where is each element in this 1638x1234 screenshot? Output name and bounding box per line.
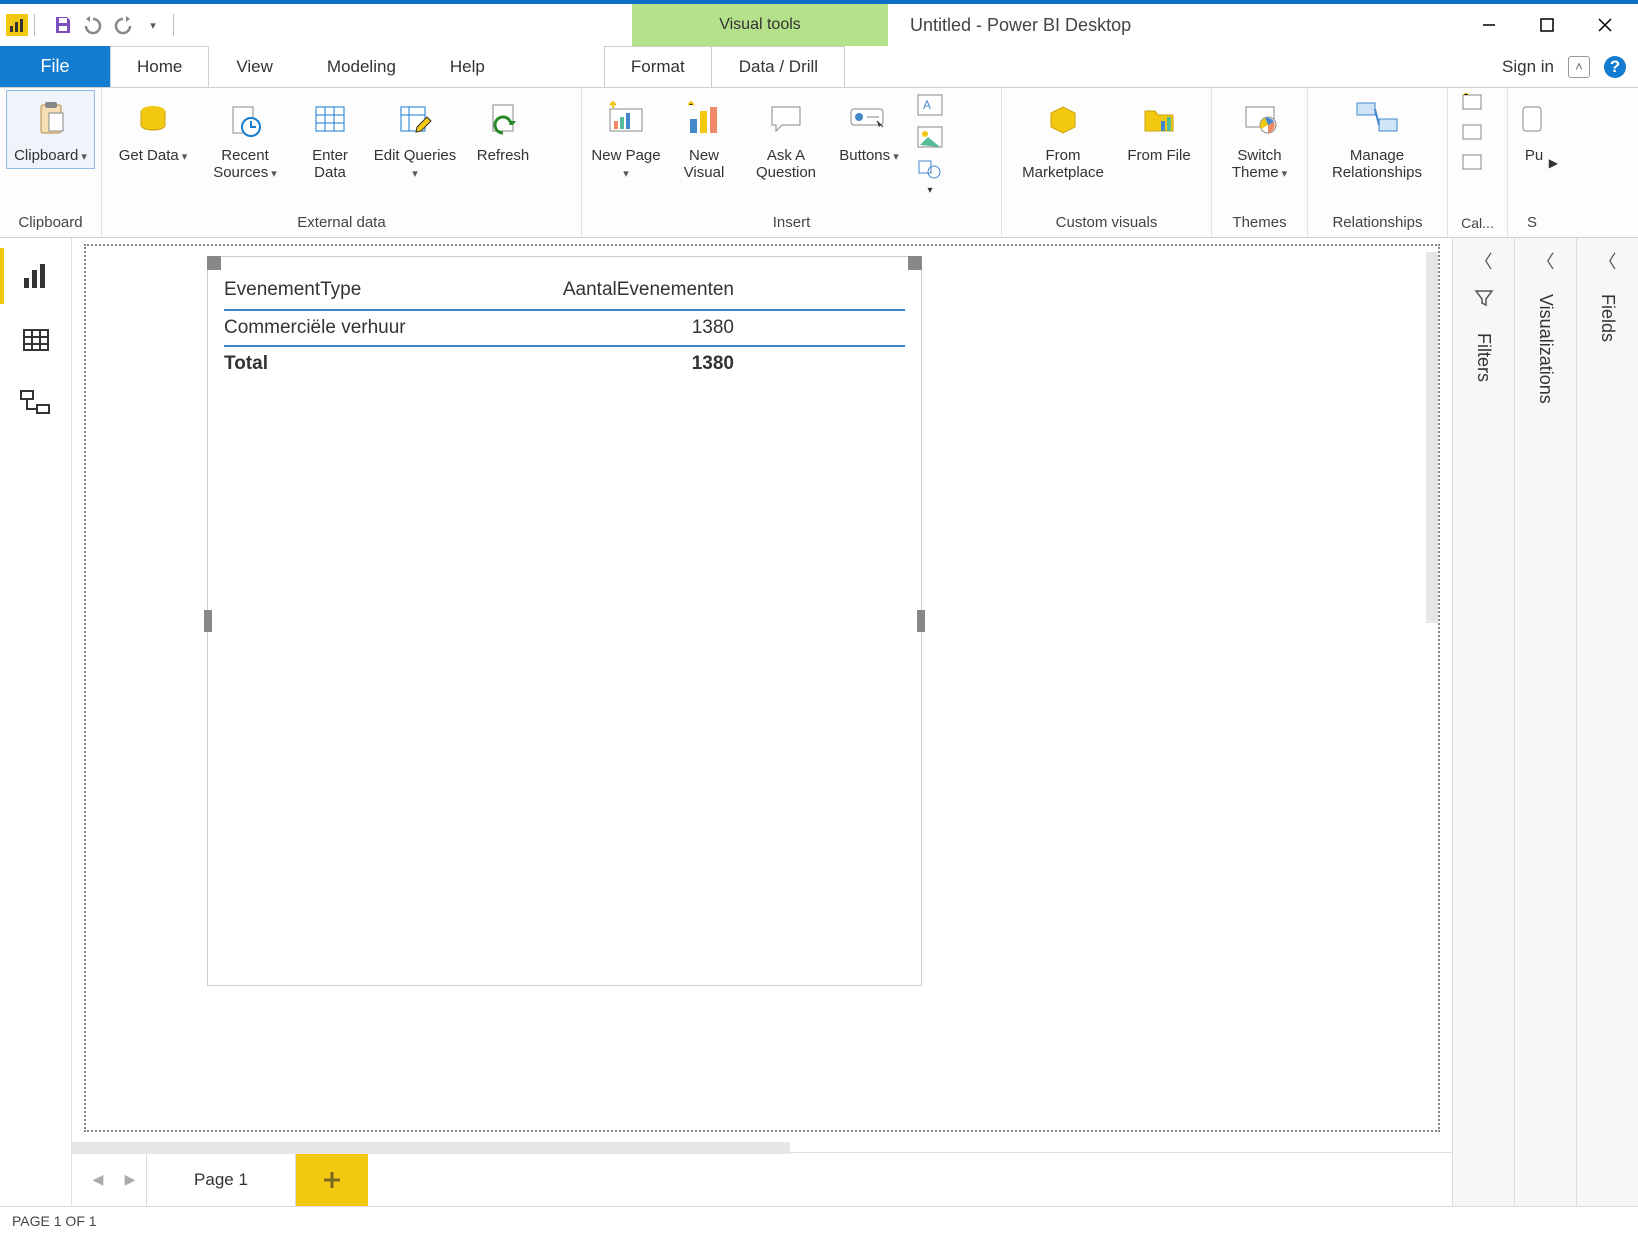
enter-data-button[interactable]: Enter Data xyxy=(292,90,368,187)
ribbon-group-label: Insert xyxy=(588,212,995,235)
ribbon-overflow-button[interactable]: ▶ xyxy=(1549,156,1558,170)
ribbon-group-label: S xyxy=(1514,212,1550,235)
contextual-tab-header: Visual tools xyxy=(632,4,888,46)
edit-queries-button[interactable]: Edit Queries xyxy=(370,90,460,187)
table-total-row: Total 1380 xyxy=(224,347,905,381)
model-view-button[interactable] xyxy=(0,372,71,436)
buttons-button[interactable]: Buttons xyxy=(830,90,908,169)
undo-button[interactable] xyxy=(79,11,107,39)
chevron-left-icon[interactable]: 〈 xyxy=(1475,248,1493,274)
cell: Commerciële verhuur xyxy=(224,317,504,339)
column-header[interactable]: AantalEvenementen xyxy=(504,279,734,301)
ribbon-group-label: External data xyxy=(108,212,575,235)
close-button[interactable] xyxy=(1576,7,1634,43)
add-page-button[interactable] xyxy=(296,1153,368,1206)
resize-handle[interactable] xyxy=(204,610,212,632)
report-canvas[interactable]: EvenementType AantalEvenementen Commerci… xyxy=(84,244,1440,1132)
new-column-button[interactable] xyxy=(1454,120,1494,148)
collapse-ribbon-button[interactable]: ˄ xyxy=(1568,56,1590,78)
ribbon-group-label: Themes xyxy=(1218,212,1301,235)
new-measure-button[interactable] xyxy=(1454,90,1494,118)
clipboard-button[interactable]: Clipboard xyxy=(6,90,95,169)
pane-title: Visualizations xyxy=(1535,294,1556,404)
from-marketplace-button[interactable]: From Marketplace xyxy=(1008,90,1118,187)
pane-title: Filters xyxy=(1473,333,1494,382)
page-tab[interactable]: Page 1 xyxy=(146,1153,296,1206)
text-box-button[interactable]: A xyxy=(910,90,950,120)
tab-home[interactable]: Home xyxy=(110,46,209,87)
chevron-left-icon[interactable]: 〈 xyxy=(1599,248,1617,274)
vertical-scrollbar[interactable] xyxy=(1426,252,1438,623)
report-view-button[interactable] xyxy=(0,244,71,308)
page-next-button[interactable]: ▶ xyxy=(114,1153,146,1206)
from-file-button[interactable]: From File xyxy=(1120,90,1198,169)
ask-question-button[interactable]: Ask A Question xyxy=(744,90,828,187)
chevron-left-icon[interactable]: 〈 xyxy=(1537,248,1555,274)
redo-button[interactable] xyxy=(109,11,137,39)
status-text: PAGE 1 OF 1 xyxy=(12,1213,97,1229)
tab-format[interactable]: Format xyxy=(604,46,712,87)
qat-dropdown[interactable]: ▾ xyxy=(139,11,167,39)
resize-handle[interactable] xyxy=(908,256,922,270)
shapes-button[interactable]: ▾ xyxy=(910,154,950,200)
recent-sources-button[interactable]: Recent Sources xyxy=(200,90,290,187)
switch-theme-button[interactable]: Switch Theme xyxy=(1218,90,1301,187)
horizontal-scrollbar[interactable] xyxy=(72,1142,790,1154)
filters-pane[interactable]: 〈 Filters xyxy=(1452,238,1514,1206)
ribbon-group-label: Cal... xyxy=(1454,213,1501,235)
svg-text:A: A xyxy=(923,98,931,112)
tab-help[interactable]: Help xyxy=(423,46,512,87)
table-visual[interactable]: EvenementType AantalEvenementen Commerci… xyxy=(207,256,922,986)
resize-handle[interactable] xyxy=(917,610,925,632)
fields-pane[interactable]: 〈 Fields xyxy=(1576,238,1638,1206)
tab-modeling[interactable]: Modeling xyxy=(300,46,423,87)
new-visual-button[interactable]: New Visual xyxy=(666,90,742,187)
visualizations-pane[interactable]: 〈 Visualizations xyxy=(1514,238,1576,1206)
sign-in-link[interactable]: Sign in xyxy=(1502,57,1554,77)
resize-handle[interactable] xyxy=(207,256,221,270)
table-row[interactable]: Commerciële verhuur 1380 xyxy=(224,311,905,347)
refresh-button[interactable]: Refresh xyxy=(462,90,544,169)
cell: 1380 xyxy=(504,317,734,339)
new-quick-measure-button[interactable] xyxy=(1454,150,1494,178)
save-button[interactable] xyxy=(49,11,77,39)
filter-icon xyxy=(1474,288,1494,313)
data-view-button[interactable] xyxy=(0,308,71,372)
column-header[interactable]: EvenementType xyxy=(224,279,504,301)
new-page-button[interactable]: New Page xyxy=(588,90,664,187)
ribbon-group-label: Custom visuals xyxy=(1008,212,1205,235)
page-prev-button[interactable]: ◀ xyxy=(82,1153,114,1206)
get-data-button[interactable]: Get Data xyxy=(108,90,198,169)
app-icon xyxy=(6,14,28,36)
ribbon-group-label: Relationships xyxy=(1314,212,1441,235)
file-tab[interactable]: File xyxy=(0,46,110,87)
image-button[interactable] xyxy=(910,122,950,152)
pane-title: Fields xyxy=(1597,294,1618,342)
manage-relationships-button[interactable]: Manage Relationships xyxy=(1314,90,1440,187)
minimize-button[interactable] xyxy=(1460,7,1518,43)
window-title: Untitled - Power BI Desktop xyxy=(910,4,1131,46)
ribbon-group-label: Clipboard xyxy=(6,212,95,235)
help-icon[interactable]: ? xyxy=(1604,56,1626,78)
maximize-button[interactable] xyxy=(1518,7,1576,43)
tab-view[interactable]: View xyxy=(209,46,300,87)
tab-data-drill[interactable]: Data / Drill xyxy=(712,46,845,87)
